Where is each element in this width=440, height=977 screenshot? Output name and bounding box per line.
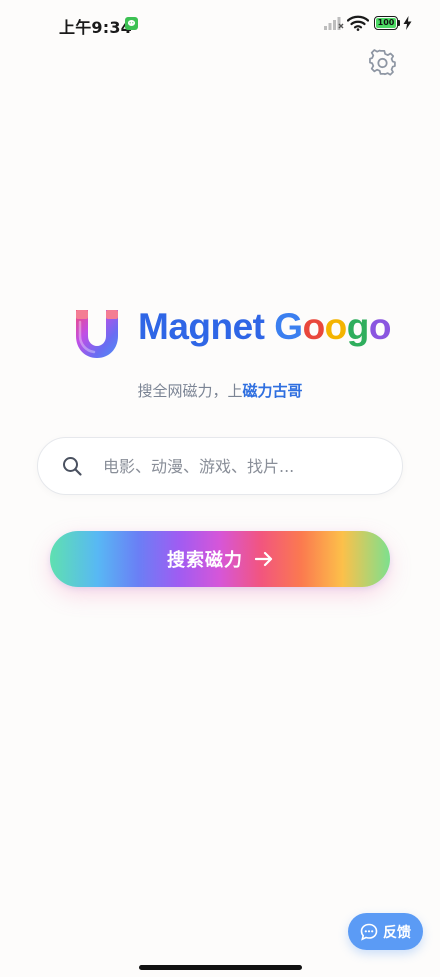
arrow-right-icon xyxy=(255,551,273,567)
search-box[interactable] xyxy=(37,437,403,495)
wechat-icon xyxy=(125,17,138,30)
battery-cap xyxy=(398,20,400,26)
search-icon xyxy=(63,457,82,476)
brand-letter: G xyxy=(274,306,303,347)
wifi-icon xyxy=(347,15,369,31)
battery-icon: 100 xyxy=(374,16,398,30)
status-time: 上午9:34 xyxy=(59,18,132,37)
search-magnet-button[interactable]: 搜索磁力 xyxy=(50,531,390,587)
signal-icon xyxy=(324,17,344,30)
tagline-prefix: 搜全网磁力，上 xyxy=(137,382,243,400)
brand-letter: o xyxy=(324,306,348,347)
brand-logo: Magnet Googo xyxy=(0,300,440,370)
feedback-button[interactable]: 反馈 xyxy=(348,913,423,950)
brand-word-magnet: Magnet xyxy=(138,306,265,347)
home-indicator[interactable] xyxy=(139,965,302,970)
tagline: 搜全网磁力，上磁力古哥 xyxy=(0,380,440,401)
search-button-label: 搜索磁力 xyxy=(167,550,243,570)
feedback-label: 反馈 xyxy=(383,924,411,941)
gear-icon xyxy=(369,49,396,76)
magnet-u-icon xyxy=(76,310,118,358)
settings-button[interactable] xyxy=(369,49,397,77)
battery-level: 100 xyxy=(376,18,396,28)
tagline-highlight: 磁力古哥 xyxy=(242,382,303,400)
chat-bubble-icon xyxy=(360,923,378,941)
brand-letter: o xyxy=(302,306,326,347)
charging-bolt-icon xyxy=(403,16,412,30)
search-input[interactable] xyxy=(101,455,365,477)
brand-letter: g xyxy=(346,306,370,347)
brand-letter: o xyxy=(368,306,392,347)
brand-word-googo: Googo xyxy=(274,306,391,347)
status-bar: 上午9:34 100 xyxy=(0,0,440,48)
brand-name: Magnet Googo xyxy=(138,306,392,348)
